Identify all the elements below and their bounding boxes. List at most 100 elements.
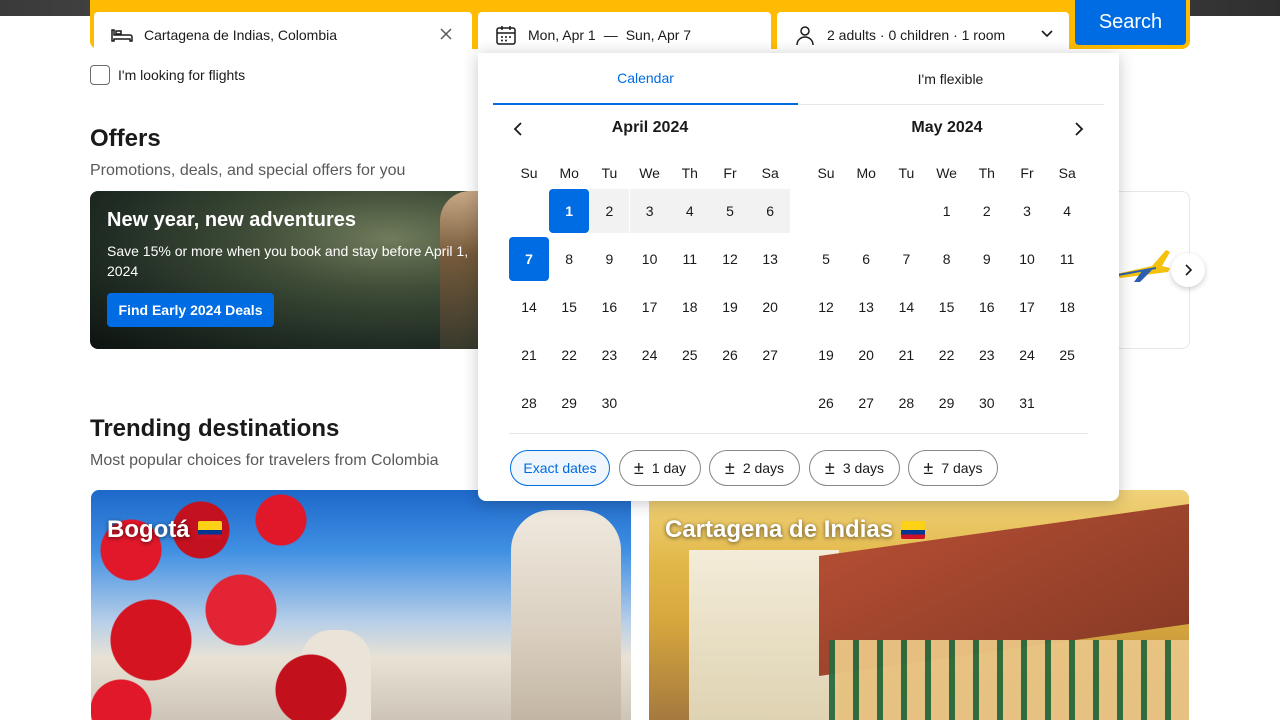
calendar-day[interactable]: 11: [1047, 237, 1087, 281]
weekday-label: Th: [978, 165, 995, 181]
calendar-day[interactable]: 20: [846, 333, 886, 377]
carousel-next-button[interactable]: [1171, 253, 1205, 287]
calendar-day[interactable]: 23: [589, 333, 629, 377]
calendar-day[interactable]: 29: [927, 381, 967, 425]
calendar-day[interactable]: 25: [1047, 333, 1087, 377]
flights-checkbox[interactable]: [90, 65, 110, 85]
calendar-day[interactable]: 15: [927, 285, 967, 329]
flex-days-chip[interactable]: ±2 days: [709, 450, 800, 486]
calendar-day[interactable]: 19: [710, 285, 750, 329]
calendar-day[interactable]: 15: [549, 285, 589, 329]
calendar-day[interactable]: 1: [549, 189, 590, 233]
calendar-day[interactable]: 4: [669, 189, 710, 233]
balcony-image: [829, 640, 1189, 720]
calendar-day[interactable]: 12: [806, 285, 846, 329]
calendar-day[interactable]: 21: [509, 333, 549, 377]
calendar-day[interactable]: 9: [967, 237, 1007, 281]
calendar-day[interactable]: 8: [549, 237, 589, 281]
tab-calendar[interactable]: Calendar: [493, 53, 798, 105]
flights-option[interactable]: I'm looking for flights: [90, 65, 245, 85]
date-separator: —: [603, 26, 618, 43]
calendar-day[interactable]: 28: [886, 381, 926, 425]
flex-days-chip[interactable]: ±3 days: [809, 450, 900, 486]
chip-label: 2 days: [742, 460, 785, 476]
calendar-day[interactable]: 11: [670, 237, 710, 281]
destination-card-cartagena[interactable]: Cartagena de Indias: [649, 490, 1189, 720]
destination-value: Cartagena de Indias, Colombia: [144, 26, 338, 43]
calendar-day[interactable]: 23: [967, 333, 1007, 377]
chip-label: 7 days: [941, 460, 983, 476]
calendar-day[interactable]: 14: [509, 285, 549, 329]
calendar-day[interactable]: 7: [886, 237, 926, 281]
calendar-day[interactable]: 28: [509, 381, 549, 425]
weekday-label: Fr: [723, 165, 737, 181]
flex-days-chip[interactable]: ±7 days: [908, 450, 998, 486]
calendar-day[interactable]: 24: [1007, 333, 1047, 377]
calendar-day[interactable]: 24: [630, 333, 670, 377]
calendar-day[interactable]: 18: [670, 285, 710, 329]
calendar-day[interactable]: 16: [589, 285, 629, 329]
calendar-day[interactable]: 19: [806, 333, 846, 377]
dates-field[interactable]: Mon, Apr 1 — Sun, Apr 7: [478, 12, 771, 57]
guests-field[interactable]: 2 adults · 0 children · 1 room: [777, 12, 1069, 57]
weekday-label: Mo: [559, 165, 579, 181]
calendar-day[interactable]: 6: [750, 189, 791, 233]
calendar-day[interactable]: 8: [927, 237, 967, 281]
calendar-day[interactable]: 30: [967, 381, 1007, 425]
calendar-day[interactable]: 18: [1047, 285, 1087, 329]
calendar-day[interactable]: 30: [589, 381, 629, 425]
checkout-date: Sun, Apr 7: [625, 26, 692, 43]
calendar-day[interactable]: 22: [549, 333, 589, 377]
calendar-day[interactable]: 26: [806, 381, 846, 425]
calendar-day[interactable]: 17: [1007, 285, 1047, 329]
offer-card-title: New year, new adventures: [107, 209, 357, 231]
calendar-day[interactable]: 7: [509, 237, 549, 281]
calendar-day[interactable]: 22: [927, 333, 967, 377]
calendar-day[interactable]: 20: [750, 285, 790, 329]
month-title-may: May 2024: [911, 119, 983, 136]
calendar-day[interactable]: 17: [630, 285, 670, 329]
calendar-day[interactable]: 5: [806, 237, 846, 281]
next-month-button[interactable]: [1067, 117, 1091, 141]
calendar-day[interactable]: 13: [846, 285, 886, 329]
plus-minus-icon: ±: [724, 457, 735, 478]
exact-dates-chip[interactable]: Exact dates: [510, 450, 610, 486]
search-button[interactable]: Search: [1075, 0, 1186, 45]
cathedral-image: [511, 510, 621, 720]
calendar-day[interactable]: 2: [967, 189, 1007, 233]
calendar-day[interactable]: 29: [549, 381, 589, 425]
calendar-day[interactable]: 2: [589, 189, 630, 233]
calendar-day[interactable]: 26: [710, 333, 750, 377]
calendar-day[interactable]: 16: [967, 285, 1007, 329]
calendar-day[interactable]: 27: [846, 381, 886, 425]
calendar-day[interactable]: 9: [589, 237, 629, 281]
calendar-day[interactable]: 5: [710, 189, 750, 233]
flex-days-chip[interactable]: ±1 day: [619, 450, 701, 486]
calendar-day[interactable]: 6: [846, 237, 886, 281]
find-deals-button[interactable]: Find Early 2024 Deals: [107, 293, 274, 327]
clear-destination-icon[interactable]: [436, 24, 456, 44]
calendar-day[interactable]: 21: [886, 333, 926, 377]
calendar-day[interactable]: 31: [1007, 381, 1047, 425]
calendar-day[interactable]: 4: [1047, 189, 1087, 233]
calendar-day[interactable]: 3: [629, 189, 670, 233]
destination-card-bogota[interactable]: Bogotá: [91, 490, 631, 720]
calendar-day[interactable]: 1: [927, 189, 967, 233]
colombia-flag-icon: [197, 521, 222, 539]
calendar-day[interactable]: 12: [710, 237, 750, 281]
chip-label: 1 day: [651, 460, 687, 476]
tab-flexible[interactable]: I'm flexible: [798, 53, 1103, 105]
calendar-day[interactable]: 3: [1007, 189, 1047, 233]
destination-field[interactable]: Cartagena de Indias, Colombia: [94, 12, 472, 57]
offers-subtitle: Promotions, deals, and special offers fo…: [90, 162, 406, 179]
destination-name: Bogotá: [107, 516, 222, 544]
calendar-day[interactable]: 13: [750, 237, 790, 281]
colonial-building-image: [689, 550, 839, 720]
calendar-day[interactable]: 14: [886, 285, 926, 329]
trending-subtitle: Most popular choices for travelers from …: [90, 452, 439, 469]
calendar-day[interactable]: 27: [750, 333, 790, 377]
offer-card: New year, new adventures Save 15% or mor…: [90, 191, 490, 349]
calendar-day[interactable]: 10: [1007, 237, 1047, 281]
calendar-day[interactable]: 10: [630, 237, 670, 281]
calendar-day[interactable]: 25: [670, 333, 710, 377]
